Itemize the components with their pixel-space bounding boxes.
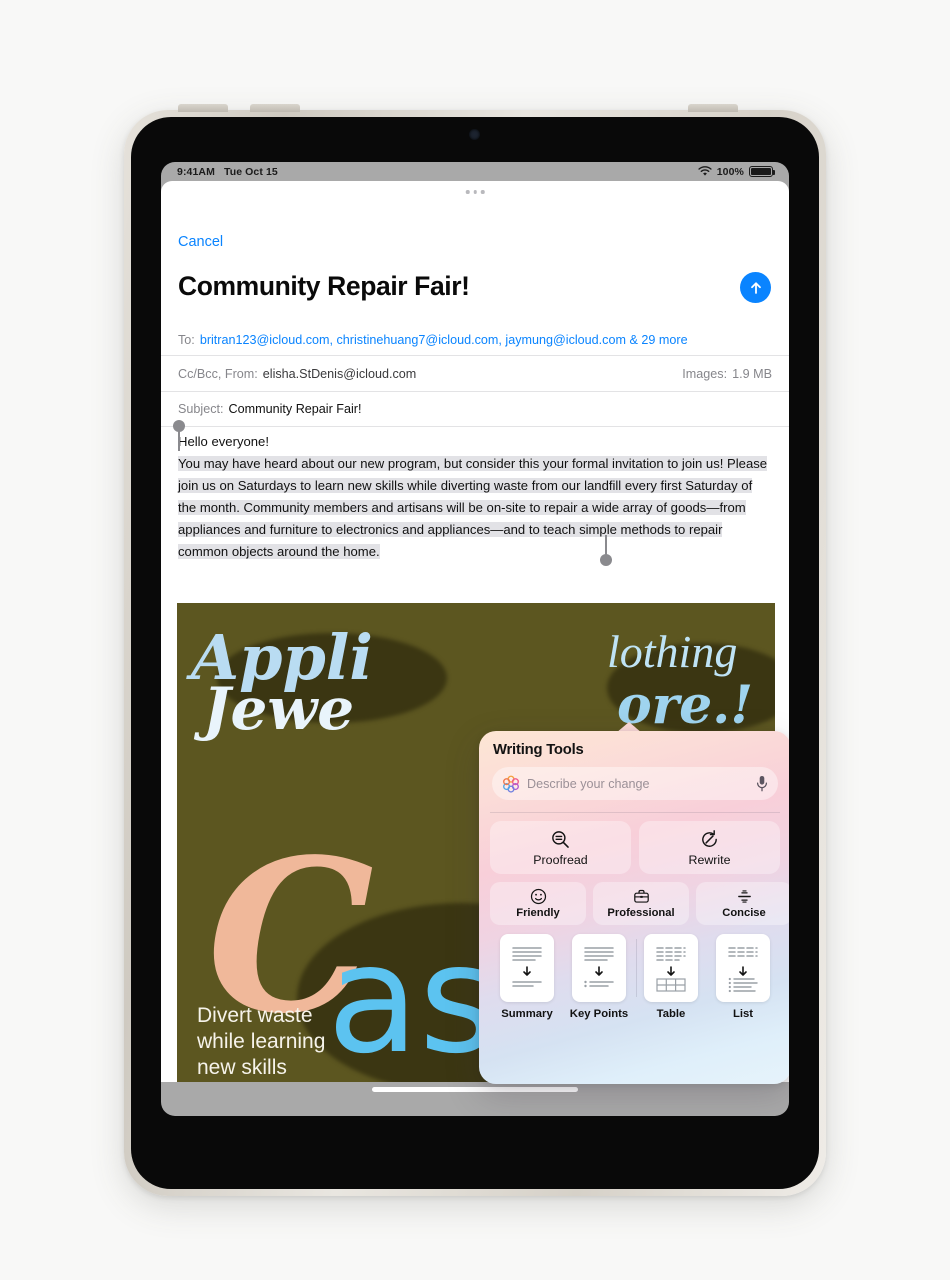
list-button[interactable]: List bbox=[709, 934, 777, 1020]
mail-body-text[interactable]: Hello everyone! You may have heard about… bbox=[173, 420, 772, 566]
doc-actions-separator bbox=[636, 939, 637, 997]
writing-tools-title: Writing Tools bbox=[493, 742, 584, 758]
friendly-label: Friendly bbox=[516, 907, 560, 919]
professional-button[interactable]: Professional bbox=[593, 882, 689, 925]
power-button[interactable] bbox=[688, 104, 738, 112]
status-bar: 9:41AM Tue Oct 15 100% bbox=[161, 162, 789, 181]
describe-change-input[interactable]: Describe your change bbox=[492, 767, 778, 800]
table-label: Table bbox=[656, 1008, 686, 1020]
ipad-screen: 9:41AM Tue Oct 15 100% Cancel Community … bbox=[161, 162, 789, 1116]
status-bar-left: 9:41AM Tue Oct 15 bbox=[177, 166, 278, 178]
selection-end-handle[interactable] bbox=[600, 535, 612, 566]
status-time: 9:41AM bbox=[177, 165, 215, 178]
key-points-label: Key Points bbox=[569, 1008, 629, 1020]
concise-label: Concise bbox=[722, 907, 766, 919]
home-indicator[interactable] bbox=[372, 1087, 578, 1092]
selection-start-handle[interactable] bbox=[173, 420, 185, 451]
key-points-button[interactable]: Key Points bbox=[565, 934, 633, 1020]
proofread-label: Proofread bbox=[533, 852, 588, 867]
concise-button[interactable]: Concise bbox=[696, 882, 789, 925]
microphone-icon[interactable] bbox=[756, 775, 768, 792]
poster-jewelry-text: Jewe bbox=[203, 675, 355, 743]
poster-as-text: as bbox=[327, 913, 498, 1087]
front-camera-icon bbox=[469, 129, 480, 140]
to-field-row[interactable]: To: britran123@icloud.com, christinehuan… bbox=[161, 324, 789, 356]
to-recipients[interactable]: britran123@icloud.com, christinehuang7@i… bbox=[200, 333, 688, 347]
apple-intelligence-icon bbox=[503, 775, 519, 793]
list-label: List bbox=[732, 1008, 754, 1020]
subject-field-row[interactable]: Subject: Community Repair Fair! bbox=[161, 392, 789, 427]
writing-tools-panel: Writing Tools Describe your change Proof… bbox=[479, 731, 789, 1084]
subject-value[interactable]: Community Repair Fair! bbox=[229, 402, 362, 416]
divide-icon bbox=[737, 890, 751, 903]
sheet-grabber-handle[interactable] bbox=[465, 190, 485, 194]
poster-tagline: Divert waste while learning new skills bbox=[197, 1004, 326, 1079]
summary-label: Summary bbox=[501, 1008, 553, 1020]
home-indicator-area bbox=[161, 1082, 789, 1099]
document-table-icon bbox=[644, 934, 698, 1002]
writing-tools-main-actions: Proofread Rewrite bbox=[490, 821, 780, 874]
volume-up-button[interactable] bbox=[178, 104, 228, 112]
images-size: 1.9 MB bbox=[732, 366, 772, 381]
writing-tools-divider bbox=[490, 812, 780, 813]
rewrite-circular-arrow-icon bbox=[702, 829, 717, 847]
smiley-face-icon bbox=[530, 888, 546, 905]
send-arrow-up-icon bbox=[750, 281, 761, 294]
volume-down-button[interactable] bbox=[250, 104, 300, 112]
writing-tools-tone-actions: Friendly Professional Concise bbox=[490, 882, 789, 925]
cancel-button[interactable]: Cancel bbox=[178, 234, 223, 250]
friendly-button[interactable]: Friendly bbox=[490, 882, 586, 925]
proofread-button[interactable]: Proofread bbox=[490, 821, 631, 874]
battery-percent-label: 100% bbox=[716, 165, 744, 178]
poster-clothing-text: lothing bbox=[607, 626, 738, 677]
screenshot-stage: 9:41AM Tue Oct 15 100% Cancel Community … bbox=[0, 0, 950, 1280]
wifi-icon bbox=[698, 166, 712, 176]
page-title: Community Repair Fair! bbox=[178, 271, 470, 301]
briefcase-icon bbox=[633, 889, 649, 903]
ccbcc-from-field-row[interactable]: Cc/Bcc, From: elisha.StDenis@icloud.com … bbox=[161, 356, 789, 392]
status-bar-right: 100% bbox=[698, 165, 776, 178]
describe-change-placeholder: Describe your change bbox=[527, 776, 650, 791]
from-address: elisha.StDenis@icloud.com bbox=[262, 366, 417, 381]
rewrite-button[interactable]: Rewrite bbox=[639, 821, 780, 874]
document-summary-icon bbox=[500, 934, 554, 1002]
document-list-icon bbox=[716, 934, 770, 1002]
summary-button[interactable]: Summary bbox=[493, 934, 561, 1020]
rewrite-label: Rewrite bbox=[688, 852, 731, 867]
send-button[interactable] bbox=[740, 272, 771, 303]
document-key-points-icon bbox=[572, 934, 626, 1002]
images-label: Images: bbox=[682, 366, 728, 381]
ccbcc-from-label: Cc/Bcc, From: bbox=[178, 366, 258, 381]
selected-body-text[interactable]: You may have heard about our new program… bbox=[178, 455, 768, 559]
status-date: Tue Oct 15 bbox=[223, 165, 278, 178]
body-greeting: Hello everyone! bbox=[178, 434, 269, 449]
to-label: To: bbox=[178, 332, 195, 347]
subject-label: Subject: bbox=[178, 402, 224, 416]
professional-label: Professional bbox=[607, 907, 675, 919]
table-button[interactable]: Table bbox=[637, 934, 705, 1020]
battery-icon bbox=[749, 166, 776, 177]
writing-tools-doc-actions: Summary Key Points Table List bbox=[493, 934, 777, 1020]
proofread-magnifier-icon bbox=[552, 830, 569, 848]
